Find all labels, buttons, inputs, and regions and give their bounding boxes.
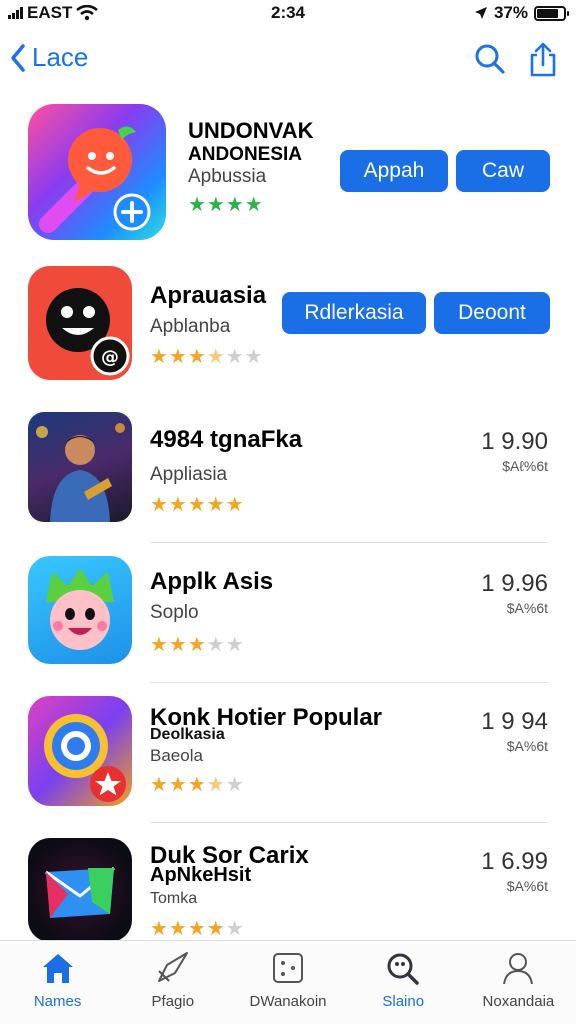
app-icon-2[interactable]: @ [28, 266, 132, 380]
tab-dwanakoin[interactable]: DWanakoin [230, 941, 345, 1024]
price-value-4: 1 9.96 [481, 570, 548, 597]
nav-actions [474, 42, 558, 78]
app-button-primary-2[interactable]: Rdlerkasia [282, 292, 426, 334]
rating-6: ★★★★ ★ [150, 918, 245, 940]
tab-label: Noxandaia [482, 993, 555, 1010]
price-3[interactable]: 1 9.90 $Aℓ%6t [481, 428, 548, 474]
chevron-left-icon [11, 43, 25, 72]
app-button-secondary-2[interactable]: Deoont [434, 292, 550, 334]
dice-icon [273, 953, 303, 983]
app-subtitle-1: Apbussia [188, 166, 267, 187]
tab-pfagio[interactable]: Pfagio [115, 941, 230, 1024]
app-title-1-line2: ANDONESIA [188, 144, 303, 165]
search-icon[interactable] [474, 42, 506, 76]
app-title-6-line2: ApNkeHsit [150, 864, 252, 886]
price-value-3: 1 9.90 [481, 428, 548, 455]
app-icon-4[interactable] [28, 556, 132, 664]
chat-bubble-icon [39, 126, 151, 233]
app-icon-6[interactable] [28, 838, 132, 942]
price-sub-6: $A%6t [506, 878, 548, 894]
clown-face-icon [46, 568, 114, 650]
price-value-6: 1 6.99 [481, 848, 548, 875]
smiley-face-icon: @ [46, 288, 130, 376]
status-bar: EAST 2:34 37% [0, 0, 576, 28]
envelope-icon [45, 866, 115, 918]
rating-2: ★★★ ★ ★★ [150, 346, 264, 368]
rating-3: ★★★★★★ [150, 494, 245, 516]
nav-bar: Lace [0, 38, 576, 86]
location-icon [474, 7, 487, 19]
app-icon-1[interactable] [28, 104, 166, 240]
app-row-2[interactable]: @ Aprauasia Apblanba ★★★ ★ ★★ Rdlerkasia D… [0, 266, 576, 386]
price-5[interactable]: 1 9 94 $A%6t [481, 708, 548, 754]
status-right: 37% [474, 3, 569, 23]
app-subtitle-6: Tomka [150, 890, 198, 907]
rating-5: ★★★ ★ ★ [150, 774, 245, 796]
location-pin-icon [44, 714, 126, 802]
battery-percent: 37% [493, 3, 528, 22]
tab-bar: Names Pfagio DWanakoin Slaino Noxandaia [0, 940, 576, 1024]
separator [150, 822, 548, 823]
app-row-6[interactable]: Duk Sor Carix ApNkeHsit Tomka ★★★★ ★ 1 6.… [0, 838, 576, 942]
app-icon-3[interactable] [28, 412, 132, 522]
separator [150, 542, 548, 543]
search-icon [387, 953, 419, 985]
app-subtitle-3: Appliasia [150, 464, 228, 485]
app-subtitle-2: Apblanba [150, 316, 231, 337]
home-icon [42, 954, 73, 983]
person-photo-icon [36, 423, 125, 522]
app-row-4[interactable]: Applk Asis Soplo ★★★ ★★ 1 9.96 $A%6t [0, 556, 576, 682]
tab-noxandaia[interactable]: Noxandaia [461, 941, 576, 1024]
back-button[interactable]: Lace [10, 42, 88, 73]
svg-text:@: @ [101, 347, 119, 368]
app-row-3[interactable]: 4984 tgnaFka Appliasia ★★★★★★ 1 9.90 $Aℓ… [0, 412, 576, 542]
app-title-4: Applk Asis [150, 568, 274, 595]
price-6[interactable]: 1 6.99 $A%6t [481, 848, 548, 894]
app-title-1: UNDONVAK [188, 118, 314, 143]
tab-label: Slaino [382, 993, 425, 1010]
tab-label: Pfagio [151, 993, 195, 1010]
app-title-5-line2: Deolkasia [150, 726, 225, 743]
price-4[interactable]: 1 9.96 $A%6t [481, 570, 548, 616]
share-icon[interactable] [528, 42, 558, 78]
price-sub-5: $A%6t [506, 738, 548, 754]
battery-icon [534, 5, 569, 21]
tab-label: DWanakoin [249, 993, 327, 1010]
rating-1: ★★★★ [188, 194, 264, 216]
app-title-2: Aprauasia [150, 282, 267, 309]
app-button-secondary-1[interactable]: Caw [456, 150, 550, 192]
rating-4: ★★★ ★★ [150, 634, 245, 656]
app-button-primary-1[interactable]: Appah [340, 150, 448, 192]
separator [150, 682, 548, 683]
price-sub-4: $A%6t [506, 600, 548, 616]
price-sub-3: $Aℓ%6t [502, 458, 548, 474]
tab-slaino[interactable]: Slaino [346, 941, 461, 1024]
back-label: Lace [32, 42, 89, 72]
person-icon [503, 953, 534, 985]
app-row-1[interactable]: UNDONVAK ANDONESIA Apbussia ★★★★ Appah C… [0, 104, 576, 254]
price-value-5: 1 9 94 [481, 708, 548, 735]
tab-names[interactable]: Names [0, 941, 115, 1024]
battery-fill [537, 8, 559, 18]
app-subtitle-4: Soplo [150, 602, 199, 623]
app-row-5[interactable]: Konk Hotier Popular Deolkasia Baeola ★★★… [0, 696, 576, 822]
rocket-icon [157, 952, 188, 982]
app-subtitle-5: Baeola [150, 746, 203, 765]
app-title-3: 4984 tgnaFka [150, 426, 303, 453]
app-icon-5[interactable] [28, 696, 132, 806]
tab-label: Names [33, 993, 82, 1010]
